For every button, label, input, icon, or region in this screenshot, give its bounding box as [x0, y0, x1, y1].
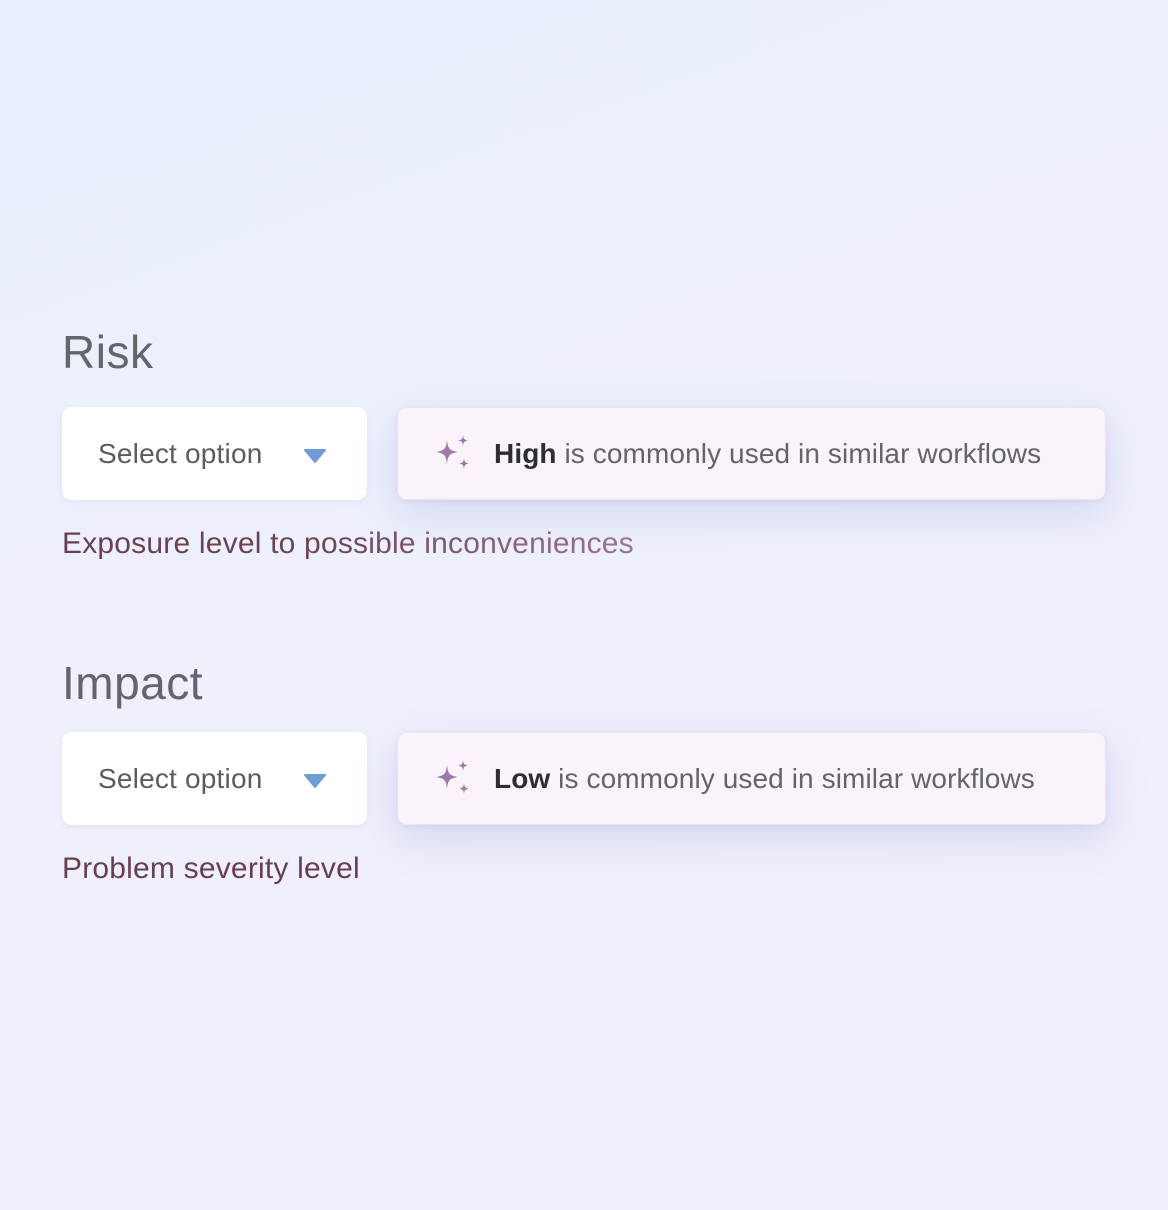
risk-suggestion-chip[interactable]: High is commonly used in similar workflo… [397, 407, 1106, 500]
risk-helper-text: Exposure level to possible inconvenience… [62, 527, 634, 560]
impact-suggested-value: Low [494, 762, 551, 794]
risk-select[interactable]: Select option [62, 407, 367, 500]
chevron-down-icon [304, 449, 326, 463]
impact-field-group: Impact Select option Low is commonly use… [62, 650, 1106, 900]
impact-label: Impact [62, 657, 204, 709]
chevron-down-icon [304, 774, 326, 788]
impact-select-placeholder: Select option [98, 762, 263, 794]
impact-suggestion-text: Low is commonly used in similar workflow… [494, 763, 1035, 795]
risk-label: Risk [62, 326, 154, 378]
risk-select-placeholder: Select option [98, 437, 263, 469]
impact-suggestion-chip[interactable]: Low is commonly used in similar workflow… [397, 732, 1106, 825]
impact-helper-text: Problem severity level [62, 852, 360, 885]
impact-select[interactable]: Select option [62, 732, 367, 825]
impact-suggestion-rest: is commonly used in similar workflows [550, 762, 1035, 794]
risk-field-group: Risk Select option High is commonly used… [62, 325, 1106, 575]
risk-suggestion-rest: is commonly used in similar workflows [556, 437, 1042, 469]
risk-suggestion-text: High is commonly used in similar workflo… [494, 438, 1041, 470]
risk-suggested-value: High [494, 437, 557, 469]
sparkle-icon [436, 434, 469, 469]
sparkle-icon [436, 759, 469, 794]
